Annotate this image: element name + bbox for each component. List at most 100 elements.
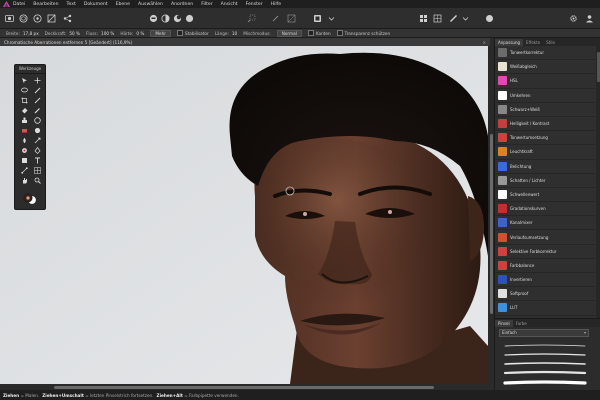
develop-persona-icon[interactable] [32,13,42,23]
menu-auswaehlen[interactable]: Auswählen [138,2,163,7]
auto-contrast-icon[interactable] [172,13,182,23]
pen-tool-icon[interactable] [32,146,42,155]
edges-checkbox[interactable] [307,30,314,36]
stabilizer-checkbox[interactable] [176,30,183,36]
zoom-tool-icon[interactable] [32,176,42,185]
adjustment-item[interactable]: HSL [495,74,595,89]
shape-tool-icon[interactable] [19,156,29,165]
brush-preset-1[interactable] [503,343,587,349]
menu-text[interactable]: Text [67,2,76,7]
lasso-tool-icon[interactable] [19,86,29,95]
blur-tool-icon[interactable] [19,136,29,145]
adjustment-item[interactable]: Selektive Farbkorrektur [495,245,595,259]
text-tool-icon[interactable] [32,156,42,165]
assistant-options-icon[interactable] [484,13,494,23]
inpainting-tool-icon[interactable] [32,136,42,145]
adjustment-item[interactable]: Umkehren [495,89,595,103]
photo-persona-icon[interactable] [4,13,14,23]
length-value[interactable]: 10 [232,31,237,36]
adjustment-item[interactable]: Schwellenwert [495,188,595,203]
brush-preset-3[interactable] [503,361,587,367]
hardness-value[interactable]: 0 % [136,31,144,36]
menu-anordnen[interactable]: Anordnen [171,2,193,7]
assistant-dropdown-icon[interactable] [460,13,470,23]
assistant-icon[interactable] [448,13,458,23]
color-swatches[interactable] [23,193,37,205]
adjustment-item[interactable]: Verlaufsumsetzung [495,230,595,245]
fill-tool-icon[interactable] [19,106,29,115]
brush-mode-icon[interactable] [270,13,280,23]
quick-mask-icon[interactable] [312,13,322,23]
vertical-scroll-thumb[interactable] [489,134,493,314]
selection-brush-icon[interactable] [246,13,256,23]
selection-brush-tool-icon[interactable] [32,86,42,95]
menu-ebene[interactable]: Ebene [116,2,130,7]
app-logo-icon[interactable] [2,1,10,7]
adjustment-item[interactable]: Gradationskurven [495,202,595,217]
more-button[interactable]: Mehr [150,29,171,37]
user-account-icon[interactable] [584,13,594,23]
adjustment-item[interactable]: Helligkeit / Kontrast [495,117,595,132]
auto-levels-icon[interactable] [160,13,170,23]
dodge-tool-icon[interactable] [32,116,42,125]
opacity-value[interactable]: 50 % [69,31,80,36]
snapping-icon[interactable] [418,13,428,23]
hand-tool-icon[interactable] [19,176,29,185]
view-tool-icon[interactable] [32,76,42,85]
auto-colors-icon[interactable] [184,13,194,23]
red-eye-tool-icon[interactable] [19,146,29,155]
protect-alpha-checkbox[interactable] [336,30,343,36]
eyedropper-tool-icon[interactable] [32,96,42,105]
adjustment-item[interactable]: Tonwertkorrektur [495,46,595,61]
horizontal-scroll-thumb[interactable] [54,385,434,389]
settings-gear-icon[interactable] [568,13,578,23]
brush-category-select[interactable]: Einfach [499,329,589,337]
adjustment-item[interactable]: LUT [495,301,595,316]
close-icon[interactable]: × [482,40,486,45]
adjustment-item[interactable]: Belichtung [495,160,595,174]
smudge-tool-icon[interactable] [32,126,42,135]
adjustment-item[interactable]: Softproof [495,287,595,302]
adjustment-list-scrollbar[interactable] [596,46,600,318]
width-value[interactable]: 17,8 px [23,31,39,36]
brush-preset-4[interactable] [503,370,587,376]
tab-stile[interactable]: Stile [543,39,558,46]
tab-anpassung[interactable]: Anpassung [495,39,524,46]
menu-datei[interactable]: Datei [13,2,25,7]
flow-value[interactable]: 100 % [101,31,114,36]
paint-brush-tool-icon[interactable] [32,106,42,115]
liquify-persona-icon[interactable] [18,13,28,23]
adjustment-item[interactable]: Schatten / Lichter [495,174,595,188]
share-icon[interactable] [62,13,72,23]
mesh-warp-tool-icon[interactable] [32,166,42,175]
adjustment-item[interactable]: Weißabgleich [495,60,595,75]
force-pixel-alignment-icon[interactable] [432,13,442,23]
clone-tool-icon[interactable] [19,116,29,125]
histogram-icon[interactable] [148,13,158,23]
menu-bearbeiten[interactable]: Bearbeiten [33,2,58,7]
menu-filter[interactable]: Filter [201,2,212,7]
brush-preset-2[interactable] [503,352,587,358]
menu-ansicht[interactable]: Ansicht [221,2,238,7]
document-tab[interactable]: Chromatische Aberrationen entfernen 5 [G… [0,38,490,46]
adjustment-item[interactable]: Schwarz+Weiß [495,103,595,117]
blend-mode-select[interactable]: Normal [276,29,302,37]
crop-tool-icon[interactable] [19,96,29,105]
adjustment-item[interactable]: Tonwertumsetzung [495,131,595,146]
adjustment-item[interactable]: Kanalmixer [495,216,595,231]
mask-mode-icon[interactable] [286,13,296,23]
tab-pinsel[interactable]: Pinsel [495,320,513,327]
eraser-tool-icon[interactable] [19,126,29,135]
adjustment-item[interactable]: Farbbalance [495,259,595,273]
menu-hilfe[interactable]: Hilfe [271,2,281,7]
menu-fenster[interactable]: Fenster [246,2,263,7]
document-canvas[interactable] [0,46,488,384]
menu-dokument[interactable]: Dokument [84,2,108,7]
move-tool-icon[interactable] [19,76,29,85]
tone-mapping-persona-icon[interactable] [46,13,56,23]
gradient-tool-icon[interactable] [19,166,29,175]
tab-effekte[interactable]: Effekte [523,39,543,46]
tab-farbe[interactable]: Farbe [513,320,530,327]
dropdown-chevron-icon[interactable] [326,13,336,23]
brush-preset-5[interactable] [503,379,587,387]
